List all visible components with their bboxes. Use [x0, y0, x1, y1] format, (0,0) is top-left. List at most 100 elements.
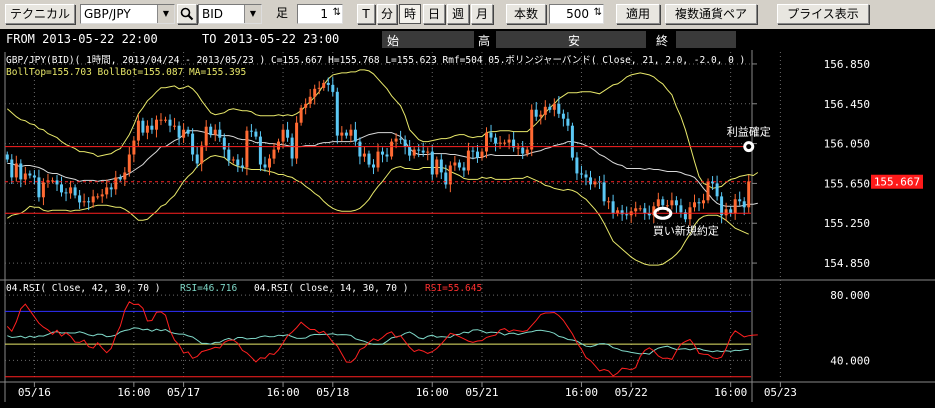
- candle-body: [466, 150, 470, 171]
- candle-body: [430, 151, 434, 175]
- candle-body: [385, 154, 389, 157]
- candle-body: [643, 208, 647, 214]
- timeframe-button-hour[interactable]: 時: [399, 4, 421, 24]
- search-button[interactable]: [177, 4, 197, 24]
- candle-body: [290, 137, 294, 159]
- candle-body: [349, 129, 353, 136]
- candle-body: [114, 177, 118, 190]
- candle-body: [96, 196, 100, 198]
- candle-body: [353, 129, 357, 142]
- close-value-box: [676, 31, 736, 48]
- candle-body: [638, 208, 642, 210]
- candle-body: [539, 114, 543, 117]
- low-value-box: [586, 31, 646, 48]
- chart-canvas[interactable]: 156.850 156.450 156.050 155.650 155.250 154.8…: [0, 50, 935, 408]
- spinner-icon[interactable]: ⇅: [594, 4, 602, 22]
- count-input[interactable]: 500 ⇅: [549, 4, 604, 24]
- candle-body: [665, 205, 669, 207]
- candle-body: [127, 154, 131, 173]
- candle-body: [159, 119, 163, 121]
- candle-body: [394, 138, 398, 142]
- timeframe-button-month[interactable]: 月: [471, 4, 493, 24]
- ashi-label: 足: [276, 6, 289, 20]
- candle-body: [60, 184, 63, 193]
- candle-body: [503, 142, 507, 144]
- candle-body: [340, 132, 344, 136]
- candle-body: [173, 125, 176, 127]
- candle-body: [254, 131, 258, 137]
- candle-body: [548, 106, 552, 110]
- spinner-icon[interactable]: ⇅: [333, 4, 341, 22]
- y-tick-label: 156.050: [824, 138, 870, 151]
- price-display-button[interactable]: プライス表示: [777, 4, 869, 24]
- rsi-y-tick-label: 40.000: [830, 354, 870, 367]
- candle-body: [543, 106, 547, 115]
- current-price-label: 155.667: [874, 176, 920, 189]
- candle-body: [213, 129, 217, 135]
- ashi-input[interactable]: 1 ⇅: [297, 4, 343, 24]
- candle-body: [82, 201, 86, 203]
- candle-body: [277, 141, 280, 150]
- candle-body: [19, 163, 23, 180]
- candle-body: [516, 147, 520, 149]
- candle-body: [240, 165, 244, 168]
- apply-button[interactable]: 適用: [616, 4, 660, 24]
- candle-body: [335, 91, 339, 136]
- candle-body: [634, 208, 638, 212]
- x-tick-label: 16:00: [565, 386, 598, 399]
- candle-body: [150, 125, 154, 130]
- candle-body: [322, 82, 326, 88]
- candle-body: [376, 151, 380, 168]
- close-label: 終: [656, 34, 669, 48]
- x-tick-label: 16:00: [714, 386, 747, 399]
- candle-body: [23, 173, 27, 180]
- candle-body: [186, 129, 190, 134]
- technical-button[interactable]: テクニカル: [5, 4, 75, 24]
- count-value: 500: [566, 7, 589, 21]
- timeframe-button-day[interactable]: 日: [423, 4, 445, 24]
- candle-body: [507, 139, 511, 143]
- y-tick-label: 154.850: [824, 257, 870, 270]
- candle-body: [372, 164, 375, 168]
- multi-pair-button[interactable]: 複数通貨ペア: [665, 4, 757, 24]
- candle-body: [109, 187, 113, 190]
- count-label: 本数: [506, 4, 546, 24]
- candle-body: [390, 141, 394, 157]
- price-type-select[interactable]: BID ▼: [198, 4, 262, 24]
- candle-body: [78, 195, 82, 203]
- timeframe-button-tick[interactable]: T: [357, 4, 375, 24]
- candle-body: [313, 88, 317, 97]
- timeframe-button-minute[interactable]: 分: [377, 4, 397, 24]
- candle-body: [344, 132, 348, 136]
- candle-body: [100, 194, 104, 197]
- timeframe-button-week[interactable]: 週: [447, 4, 469, 24]
- candle-body: [263, 164, 267, 168]
- take-profit-marker-hole: [746, 144, 752, 150]
- candle-body: [268, 158, 271, 168]
- candle-body: [331, 84, 335, 92]
- candle-body: [87, 201, 91, 203]
- candle-body: [435, 159, 439, 175]
- to-time: TO 2013-05-22 23:00: [202, 32, 340, 46]
- candle-body: [679, 205, 683, 213]
- candle-body: [14, 163, 18, 178]
- candle-body: [494, 137, 498, 144]
- candle-body: [457, 162, 461, 168]
- candle-body: [182, 129, 186, 138]
- x-tick-label: 05/22: [615, 386, 648, 399]
- y-tick-label: 156.450: [824, 98, 870, 111]
- x-tick-label: 16:00: [117, 386, 150, 399]
- chevron-down-icon[interactable]: ▼: [244, 5, 261, 23]
- from-time: FROM 2013-05-22 22:00: [6, 32, 158, 46]
- chevron-down-icon[interactable]: ▼: [157, 5, 174, 23]
- candle-body: [661, 199, 665, 206]
- candle-body: [412, 149, 416, 156]
- symbol-select[interactable]: GBP/JPY ▼: [80, 4, 175, 24]
- candle-body: [733, 199, 737, 214]
- candle-body: [534, 109, 538, 117]
- rsi-long-value: RSI=46.716: [180, 283, 237, 294]
- candle-body: [584, 174, 588, 178]
- candle-body: [326, 82, 330, 85]
- candle-body: [304, 103, 308, 108]
- candle-body: [132, 140, 136, 155]
